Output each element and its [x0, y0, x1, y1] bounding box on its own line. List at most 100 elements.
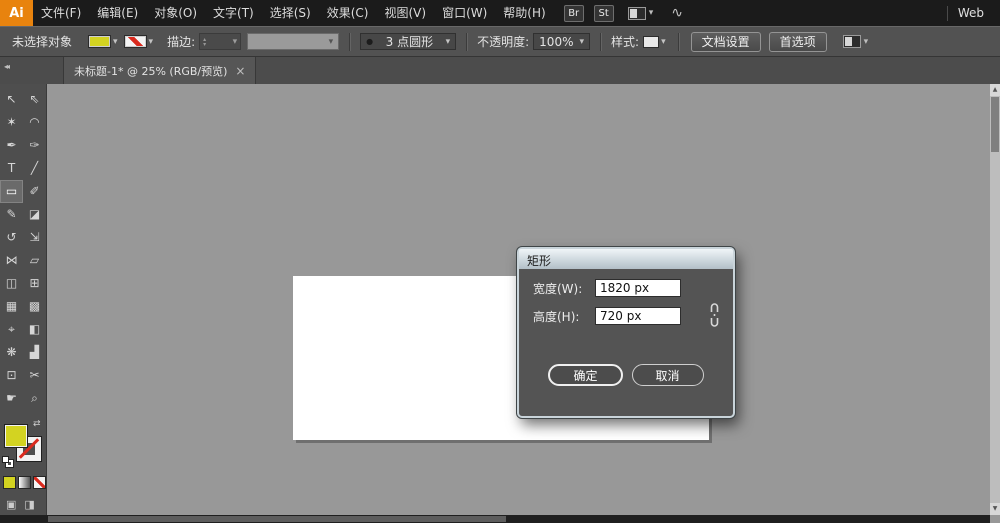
- control-bar: 未选择对象 ▾ ▾ 描边: ▴ ▾ ▾ ▾ ● 3 点圆形 ▾ 不透明度: 10…: [0, 26, 1000, 57]
- horizontal-scroll-thumb[interactable]: [48, 516, 506, 522]
- menu-select[interactable]: 选择(S): [262, 0, 319, 26]
- opacity-select[interactable]: 100% ▾: [533, 33, 591, 50]
- menu-type[interactable]: 文字(T): [205, 0, 262, 26]
- stroke-color-dropdown[interactable]: ▾: [123, 35, 153, 48]
- illustrator-window: Ai 文件(F) 编辑(E) 对象(O) 文字(T) 选择(S) 效果(C) 视…: [0, 0, 1000, 523]
- vertical-scrollbar[interactable]: ▲ ▼: [990, 84, 1000, 515]
- selection-tool[interactable]: ↖: [0, 88, 23, 111]
- scroll-up-button[interactable]: ▲: [990, 84, 1000, 96]
- fill-swatch: [88, 35, 112, 48]
- color-none-button[interactable]: [33, 476, 46, 489]
- default-fill-stroke-icon[interactable]: [2, 456, 14, 468]
- ok-button[interactable]: 确定: [548, 364, 623, 386]
- tab-bar: ◂◂ 未标题-1* @ 25% (RGB/预览) ×: [0, 57, 1000, 84]
- menu-effect[interactable]: 效果(C): [319, 0, 377, 26]
- screen-mode-icon[interactable]: ◨: [24, 498, 34, 511]
- fill-color-dropdown[interactable]: ▾: [88, 35, 118, 48]
- chevron-down-icon[interactable]: ▾: [649, 8, 654, 18]
- constrain-proportions-icon[interactable]: [708, 301, 721, 332]
- stepper-down-icon[interactable]: ▾: [203, 41, 206, 47]
- height-label: 高度(H):: [533, 309, 580, 324]
- zoom-tool[interactable]: ⌕: [23, 387, 46, 410]
- direct-selection-tool[interactable]: ⇖: [23, 88, 46, 111]
- shape-builder-tool[interactable]: ◫: [0, 272, 23, 295]
- type-tool[interactable]: T: [0, 157, 23, 180]
- stock-button[interactable]: St: [593, 4, 614, 22]
- scroll-down-button[interactable]: ▼: [990, 503, 1000, 515]
- horizontal-scrollbar[interactable]: [0, 515, 990, 523]
- divider: [466, 32, 468, 51]
- divider: [677, 32, 679, 51]
- divider: [349, 32, 351, 51]
- menu-window[interactable]: 窗口(W): [434, 0, 495, 26]
- scale-tool[interactable]: ⇲: [23, 226, 46, 249]
- brush-definition-select[interactable]: ● 3 点圆形 ▾: [360, 33, 457, 50]
- pencil-tool[interactable]: ✎: [0, 203, 23, 226]
- paintbrush-tool[interactable]: ✐: [23, 180, 46, 203]
- eyedropper-tool[interactable]: ⌖: [0, 318, 23, 341]
- width-tool[interactable]: ⋈: [0, 249, 23, 272]
- stroke-weight-stepper[interactable]: ▴ ▾ ▾: [199, 33, 242, 50]
- color-gradient-button[interactable]: [18, 476, 31, 489]
- width-profile-select[interactable]: ▾: [247, 33, 340, 50]
- divider: [600, 32, 602, 51]
- artboard-tool[interactable]: ⊡: [0, 364, 23, 387]
- symbol-sprayer-tool[interactable]: ❋: [0, 341, 23, 364]
- eraser-tool[interactable]: ◪: [23, 203, 46, 226]
- height-input[interactable]: [595, 307, 681, 325]
- rotate-tool[interactable]: ↺: [0, 226, 23, 249]
- stroke-weight-label: 描边:: [167, 35, 196, 49]
- divider: [946, 5, 948, 21]
- width-label: 宽度(W):: [533, 281, 583, 296]
- gradient-tool[interactable]: ▩: [23, 295, 46, 318]
- style-swatch: [643, 35, 660, 48]
- pen-tool[interactable]: ✒: [0, 134, 23, 157]
- app-logo[interactable]: Ai: [0, 0, 33, 26]
- menu-object[interactable]: 对象(O): [146, 0, 205, 26]
- lasso-tool[interactable]: ◠: [23, 111, 46, 134]
- dialog-title-bar[interactable]: 矩形: [519, 249, 733, 269]
- hand-tool[interactable]: ☛: [0, 387, 23, 410]
- close-icon[interactable]: ×: [235, 64, 245, 78]
- workspace-switcher[interactable]: Web: [958, 6, 984, 20]
- rectangle-dialog: 矩形 宽度(W): 高度(H): 确定 取消: [517, 247, 735, 418]
- document-setup-button[interactable]: 文档设置: [690, 31, 761, 52]
- collapse-tools-icon[interactable]: ◂◂: [4, 62, 10, 71]
- magic-wand-tool[interactable]: ✶: [0, 111, 23, 134]
- menu-view[interactable]: 视图(V): [376, 0, 434, 26]
- color-fill-button[interactable]: [3, 476, 16, 489]
- free-transform-tool[interactable]: ▱: [23, 249, 46, 272]
- column-graph-tool[interactable]: ▟: [23, 341, 46, 364]
- swap-fill-stroke-icon[interactable]: ⇄: [33, 419, 41, 429]
- perspective-grid-tool[interactable]: ⊞: [23, 272, 46, 295]
- line-segment-tool[interactable]: ╱: [23, 157, 46, 180]
- document-tab-title: 未标题-1* @ 25% (RGB/预览): [74, 64, 228, 78]
- arrange-documents-icon[interactable]: [627, 6, 646, 20]
- style-select[interactable]: ▾: [643, 35, 666, 48]
- document-tab[interactable]: 未标题-1* @ 25% (RGB/预览) ×: [63, 57, 257, 84]
- menu-file[interactable]: 文件(F): [33, 0, 89, 26]
- blend-tool[interactable]: ◧: [23, 318, 46, 341]
- drawing-modes-icon[interactable]: ▣: [6, 498, 16, 511]
- opacity-label: 不透明度:: [477, 35, 530, 49]
- hand-gesture-icon[interactable]: ∿: [671, 5, 683, 21]
- curvature-tool[interactable]: ✑: [23, 134, 46, 157]
- rectangle-tool[interactable]: ▭: [0, 180, 23, 203]
- bridge-button[interactable]: Br: [563, 4, 584, 22]
- width-input[interactable]: [595, 279, 681, 297]
- fill-color-indicator[interactable]: [4, 424, 28, 448]
- menu-edit[interactable]: 编辑(E): [89, 0, 146, 26]
- chevron-down-icon: ▾: [579, 36, 585, 47]
- dialog-title: 矩形: [527, 254, 552, 268]
- cancel-button[interactable]: 取消: [631, 364, 704, 386]
- mesh-tool[interactable]: ▦: [0, 295, 23, 318]
- vertical-scroll-thumb[interactable]: [991, 97, 999, 152]
- menu-help[interactable]: 帮助(H): [495, 0, 553, 26]
- arrange-documents-icon[interactable]: [842, 35, 861, 48]
- chevron-down-icon[interactable]: ▾: [864, 37, 869, 47]
- chevron-down-icon[interactable]: ▾: [233, 37, 238, 47]
- slice-tool[interactable]: ✂: [23, 364, 46, 387]
- brush-preview-icon: ●: [366, 37, 374, 46]
- preferences-button[interactable]: 首选项: [768, 31, 827, 52]
- style-label: 样式:: [611, 35, 640, 49]
